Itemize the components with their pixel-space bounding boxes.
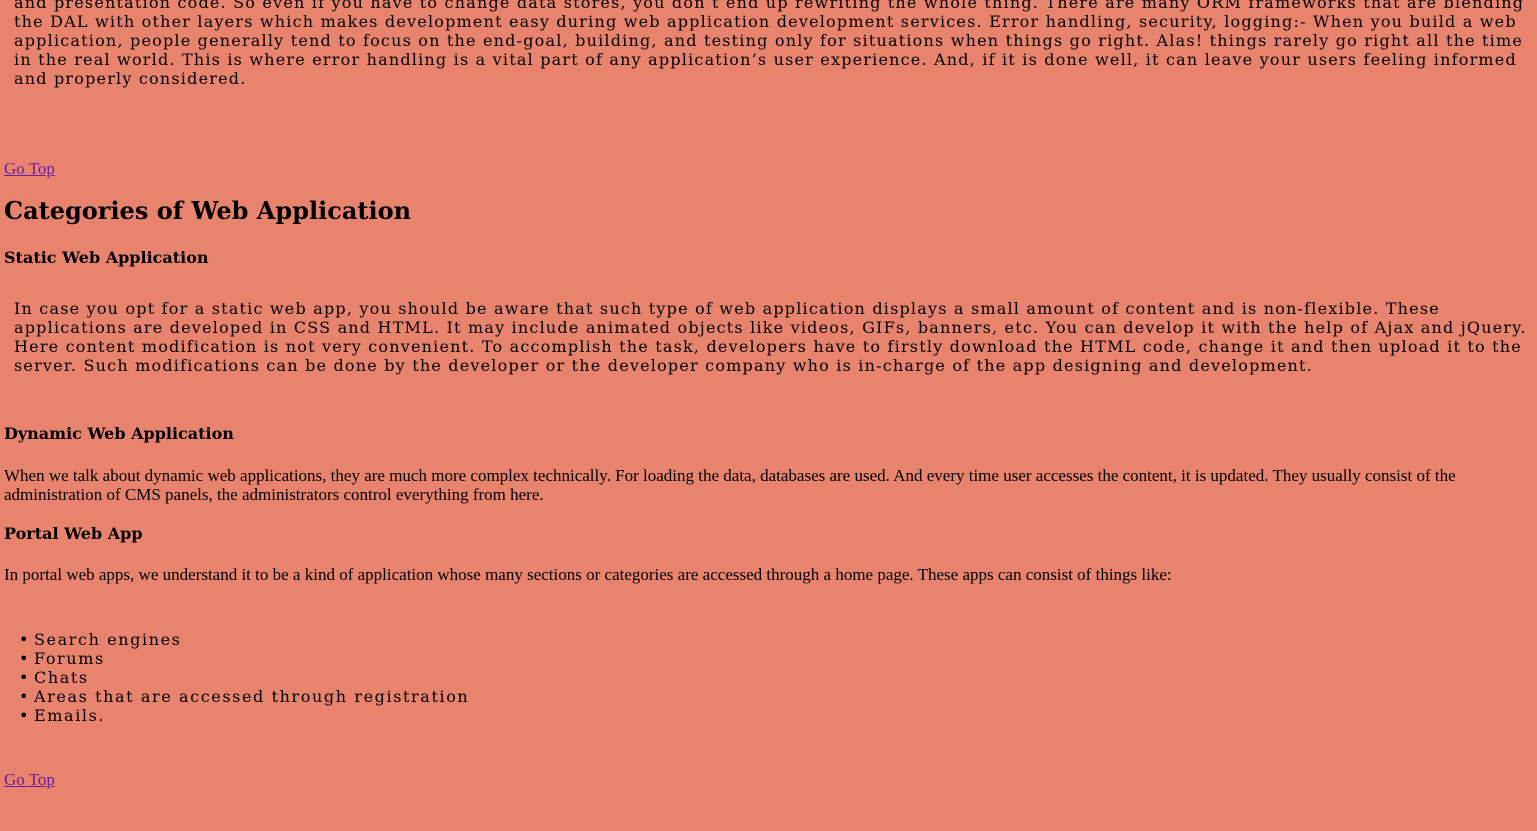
list-item-label: Search engines	[34, 630, 182, 649]
list-item-label: Chats	[34, 668, 89, 687]
static-web-app-heading: Static Web Application	[4, 248, 209, 267]
list-item: • Search engines	[4, 630, 469, 649]
bullet-icon: •	[19, 630, 29, 649]
portal-items-list: • Search engines • Forums • Chats • Areas th…	[4, 630, 469, 725]
portal-web-app-paragraph: In portal web apps, we understand it to …	[4, 565, 1172, 584]
bullet-icon: •	[19, 649, 29, 668]
dynamic-web-app-heading: Dynamic Web Application	[4, 424, 234, 443]
list-item-label: Emails.	[34, 706, 106, 725]
bullet-icon: •	[19, 668, 29, 687]
list-item: • Areas that are accessed through registr…	[4, 687, 469, 706]
page: and presentation code. So even if you ha…	[0, 0, 1537, 831]
list-item-label: Forums	[34, 649, 105, 668]
list-item: • Chats	[4, 668, 469, 687]
go-top-link[interactable]: Go Top	[4, 770, 55, 790]
go-top-link[interactable]: Go Top	[4, 159, 55, 179]
bullet-icon: •	[19, 687, 29, 706]
static-web-app-paragraph: In case you opt for a static web app, yo…	[14, 299, 1527, 375]
categories-heading: Categories of Web Application	[4, 196, 412, 225]
dynamic-web-app-paragraph: When we talk about dynamic web applicati…	[4, 466, 1456, 504]
list-item-label: Areas that are accessed through registra…	[34, 687, 470, 706]
bullet-icon: •	[19, 706, 29, 725]
list-item: • Emails.	[4, 706, 469, 725]
intro-paragraph: and presentation code. So even if you ha…	[14, 0, 1525, 88]
list-item: • Forums	[4, 649, 469, 668]
portal-web-app-heading: Portal Web App	[4, 524, 143, 543]
